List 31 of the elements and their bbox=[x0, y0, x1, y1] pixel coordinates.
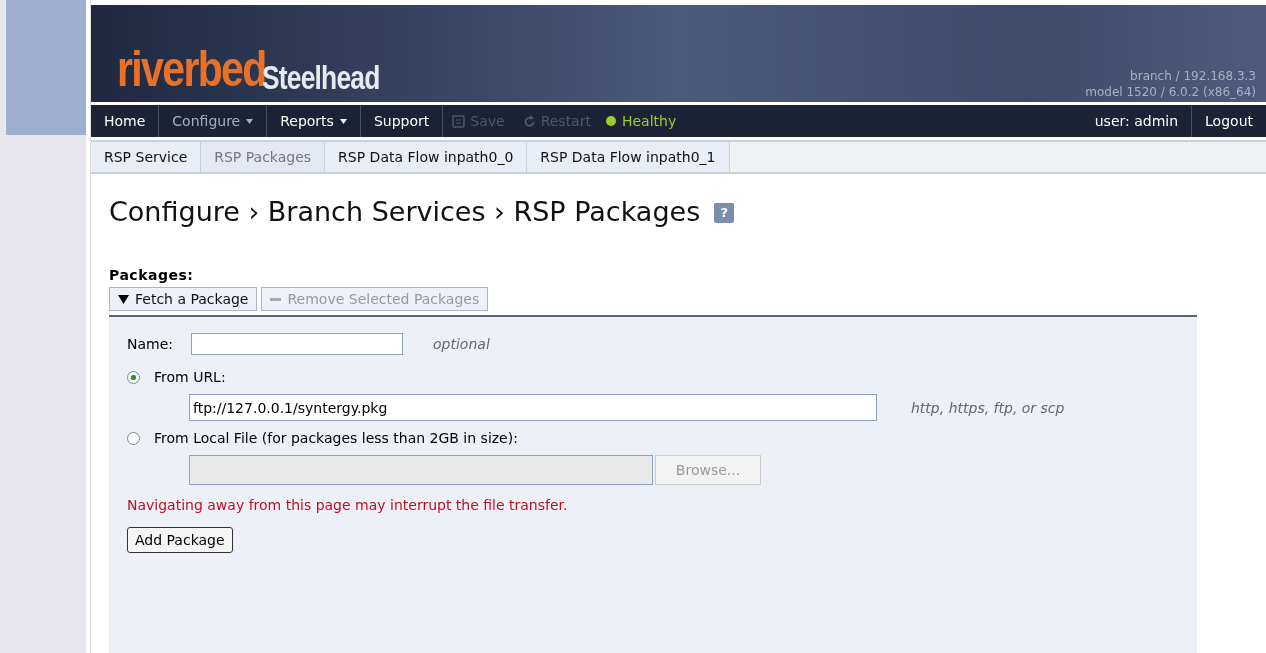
fetch-button[interactable]: Fetch a Package bbox=[109, 287, 258, 311]
radio-button[interactable] bbox=[127, 370, 140, 384]
radio-label: From URL: bbox=[154, 369, 226, 385]
hint-text: optional bbox=[433, 336, 490, 352]
save-icon bbox=[452, 114, 466, 128]
section-heading: Packages: bbox=[109, 267, 195, 283]
refresh-icon bbox=[522, 114, 536, 128]
radio-label: From Local File (for packages less than 2GB in size): bbox=[154, 430, 518, 446]
warning-text: Navigating away from this page may interrupt the file transfer. bbox=[127, 497, 569, 513]
subtab[interactable]: RSP Service bbox=[91, 142, 202, 172]
add-package-button[interactable]: Add Package bbox=[127, 527, 233, 553]
nav-menu-item[interactable]: Support bbox=[360, 105, 444, 137]
nav-menu-item[interactable]: Reports bbox=[267, 105, 361, 137]
hint-text: http, https, ftp, or scp bbox=[911, 399, 1065, 416]
radio-button[interactable] bbox=[127, 431, 140, 445]
nav-menu-item[interactable]: Home bbox=[91, 105, 160, 137]
model-info: model 1520 / 6.0.2 (x86_64) bbox=[1085, 84, 1256, 100]
field-label: Name: bbox=[127, 336, 174, 352]
url-field[interactable]: ftp://127.0.0.1/syntergy.pkg bbox=[189, 394, 877, 421]
host-info: branch / 192.168.3.3 bbox=[1129, 68, 1256, 84]
triangle-icon bbox=[118, 294, 129, 304]
user-label: user: admin bbox=[1093, 113, 1180, 129]
subtab[interactable]: RSP Packages bbox=[201, 142, 326, 172]
name-field[interactable] bbox=[191, 333, 404, 355]
page-title: Configure › Branch Services › RSP Packages bbox=[109, 196, 701, 227]
logout-link[interactable]: Logout bbox=[1191, 105, 1266, 137]
minus-icon bbox=[270, 297, 282, 301]
status-text: Healthy bbox=[621, 113, 677, 129]
subtab[interactable]: RSP Data Flow inpath0_0 bbox=[325, 142, 528, 172]
nav-menu-item[interactable]: Configure bbox=[159, 105, 268, 137]
subtab[interactable]: RSP Data Flow inpath0_1 bbox=[527, 142, 730, 172]
